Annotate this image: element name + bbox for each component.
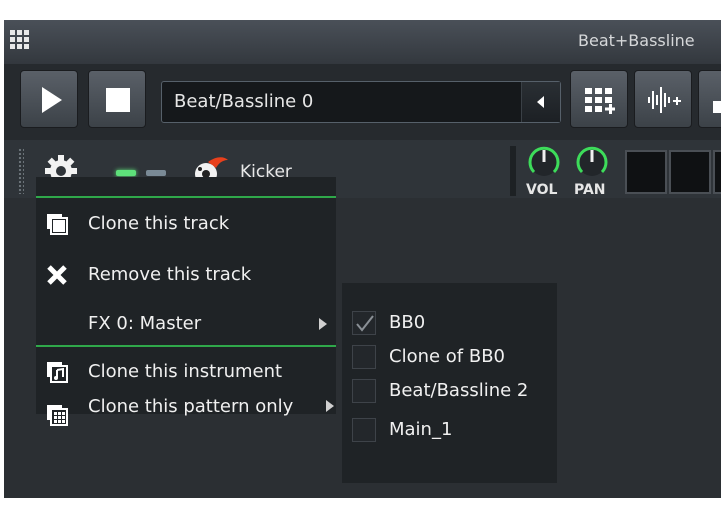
stop-button[interactable] [88, 70, 146, 128]
submenu-item-label: Main_1 [389, 419, 453, 440]
submenu-item[interactable]: Clone of BB0 [342, 340, 557, 374]
submenu-item[interactable]: Main_1 [342, 413, 557, 447]
clone-track-icon [47, 214, 68, 235]
mute-led[interactable] [116, 170, 136, 176]
pattern-submenu: BB0 Clone of BB0 Beat/Bassline 2 Main_1 [342, 283, 557, 483]
window-title: Beat+Bassline [578, 31, 695, 50]
menu-item-label: Remove this track [88, 264, 252, 285]
pattern-select[interactable]: Beat/Bassline 0 [161, 81, 561, 123]
checkbox[interactable] [352, 379, 376, 403]
menu-item-clone-pattern[interactable]: Clone this pattern only [36, 396, 336, 436]
submenu-item-label: Clone of BB0 [389, 346, 506, 367]
add-sample-track-button[interactable] [634, 70, 692, 128]
menu-item-clone-track[interactable]: Clone this track [36, 205, 336, 245]
add-pattern-icon [585, 88, 615, 114]
clone-instrument-icon [47, 362, 68, 383]
toolbar: Beat/Bassline 0 [4, 64, 721, 140]
play-button[interactable] [20, 70, 78, 128]
checkbox[interactable] [352, 345, 376, 369]
checkbox[interactable] [352, 311, 376, 335]
pan-knob[interactable] [572, 144, 612, 184]
checkmark-icon [356, 315, 374, 332]
remove-icon [47, 265, 67, 285]
chevron-left-icon [537, 96, 544, 108]
menu-item-label: Clone this pattern only [88, 396, 294, 417]
grid-app-icon [10, 30, 32, 50]
menu-item-remove-track[interactable]: Remove this track [36, 256, 336, 296]
step-button[interactable] [713, 150, 721, 194]
menu-item-label: FX 0: Master [88, 313, 202, 334]
track-separator [510, 146, 516, 196]
track-context-menu: Clone this track Remove this track FX 0:… [36, 177, 336, 426]
menu-item-fx-channel[interactable]: FX 0: Master [36, 304, 336, 344]
clone-pattern-icon [47, 405, 68, 426]
menu-item-clone-instrument[interactable]: Clone this instrument [36, 353, 336, 393]
menu-top-accent [36, 196, 336, 198]
solo-led[interactable] [146, 170, 166, 176]
step-button[interactable] [625, 150, 667, 194]
submenu-item-label: BB0 [389, 312, 426, 333]
stop-icon [106, 88, 130, 112]
volume-knob[interactable] [524, 144, 564, 184]
menu-separator [36, 345, 336, 347]
track-drag-handle[interactable] [18, 148, 24, 194]
menu-item-label: Clone this track [88, 213, 230, 234]
volume-label: VOL [526, 182, 558, 198]
pattern-select-arrow[interactable] [521, 82, 560, 122]
submenu-item-label: Beat/Bassline 2 [389, 380, 529, 401]
submenu-item[interactable]: Beat/Bassline 2 [342, 374, 557, 408]
submenu-item[interactable]: BB0 [342, 306, 557, 340]
pattern-select-value: Beat/Bassline 0 [174, 91, 314, 112]
step-button[interactable] [669, 150, 711, 194]
submenu-arrow-icon [326, 400, 334, 412]
add-automation-button[interactable] [698, 70, 721, 128]
title-bar[interactable]: Beat+Bassline [4, 20, 721, 64]
play-icon [42, 87, 62, 113]
add-pattern-button[interactable] [570, 70, 628, 128]
checkbox[interactable] [352, 418, 376, 442]
automation-icon [713, 101, 721, 113]
pan-label: PAN [574, 182, 606, 198]
menu-item-label: Clone this instrument [88, 361, 283, 382]
add-sample-track-icon [648, 87, 681, 113]
submenu-arrow-icon [319, 318, 327, 330]
